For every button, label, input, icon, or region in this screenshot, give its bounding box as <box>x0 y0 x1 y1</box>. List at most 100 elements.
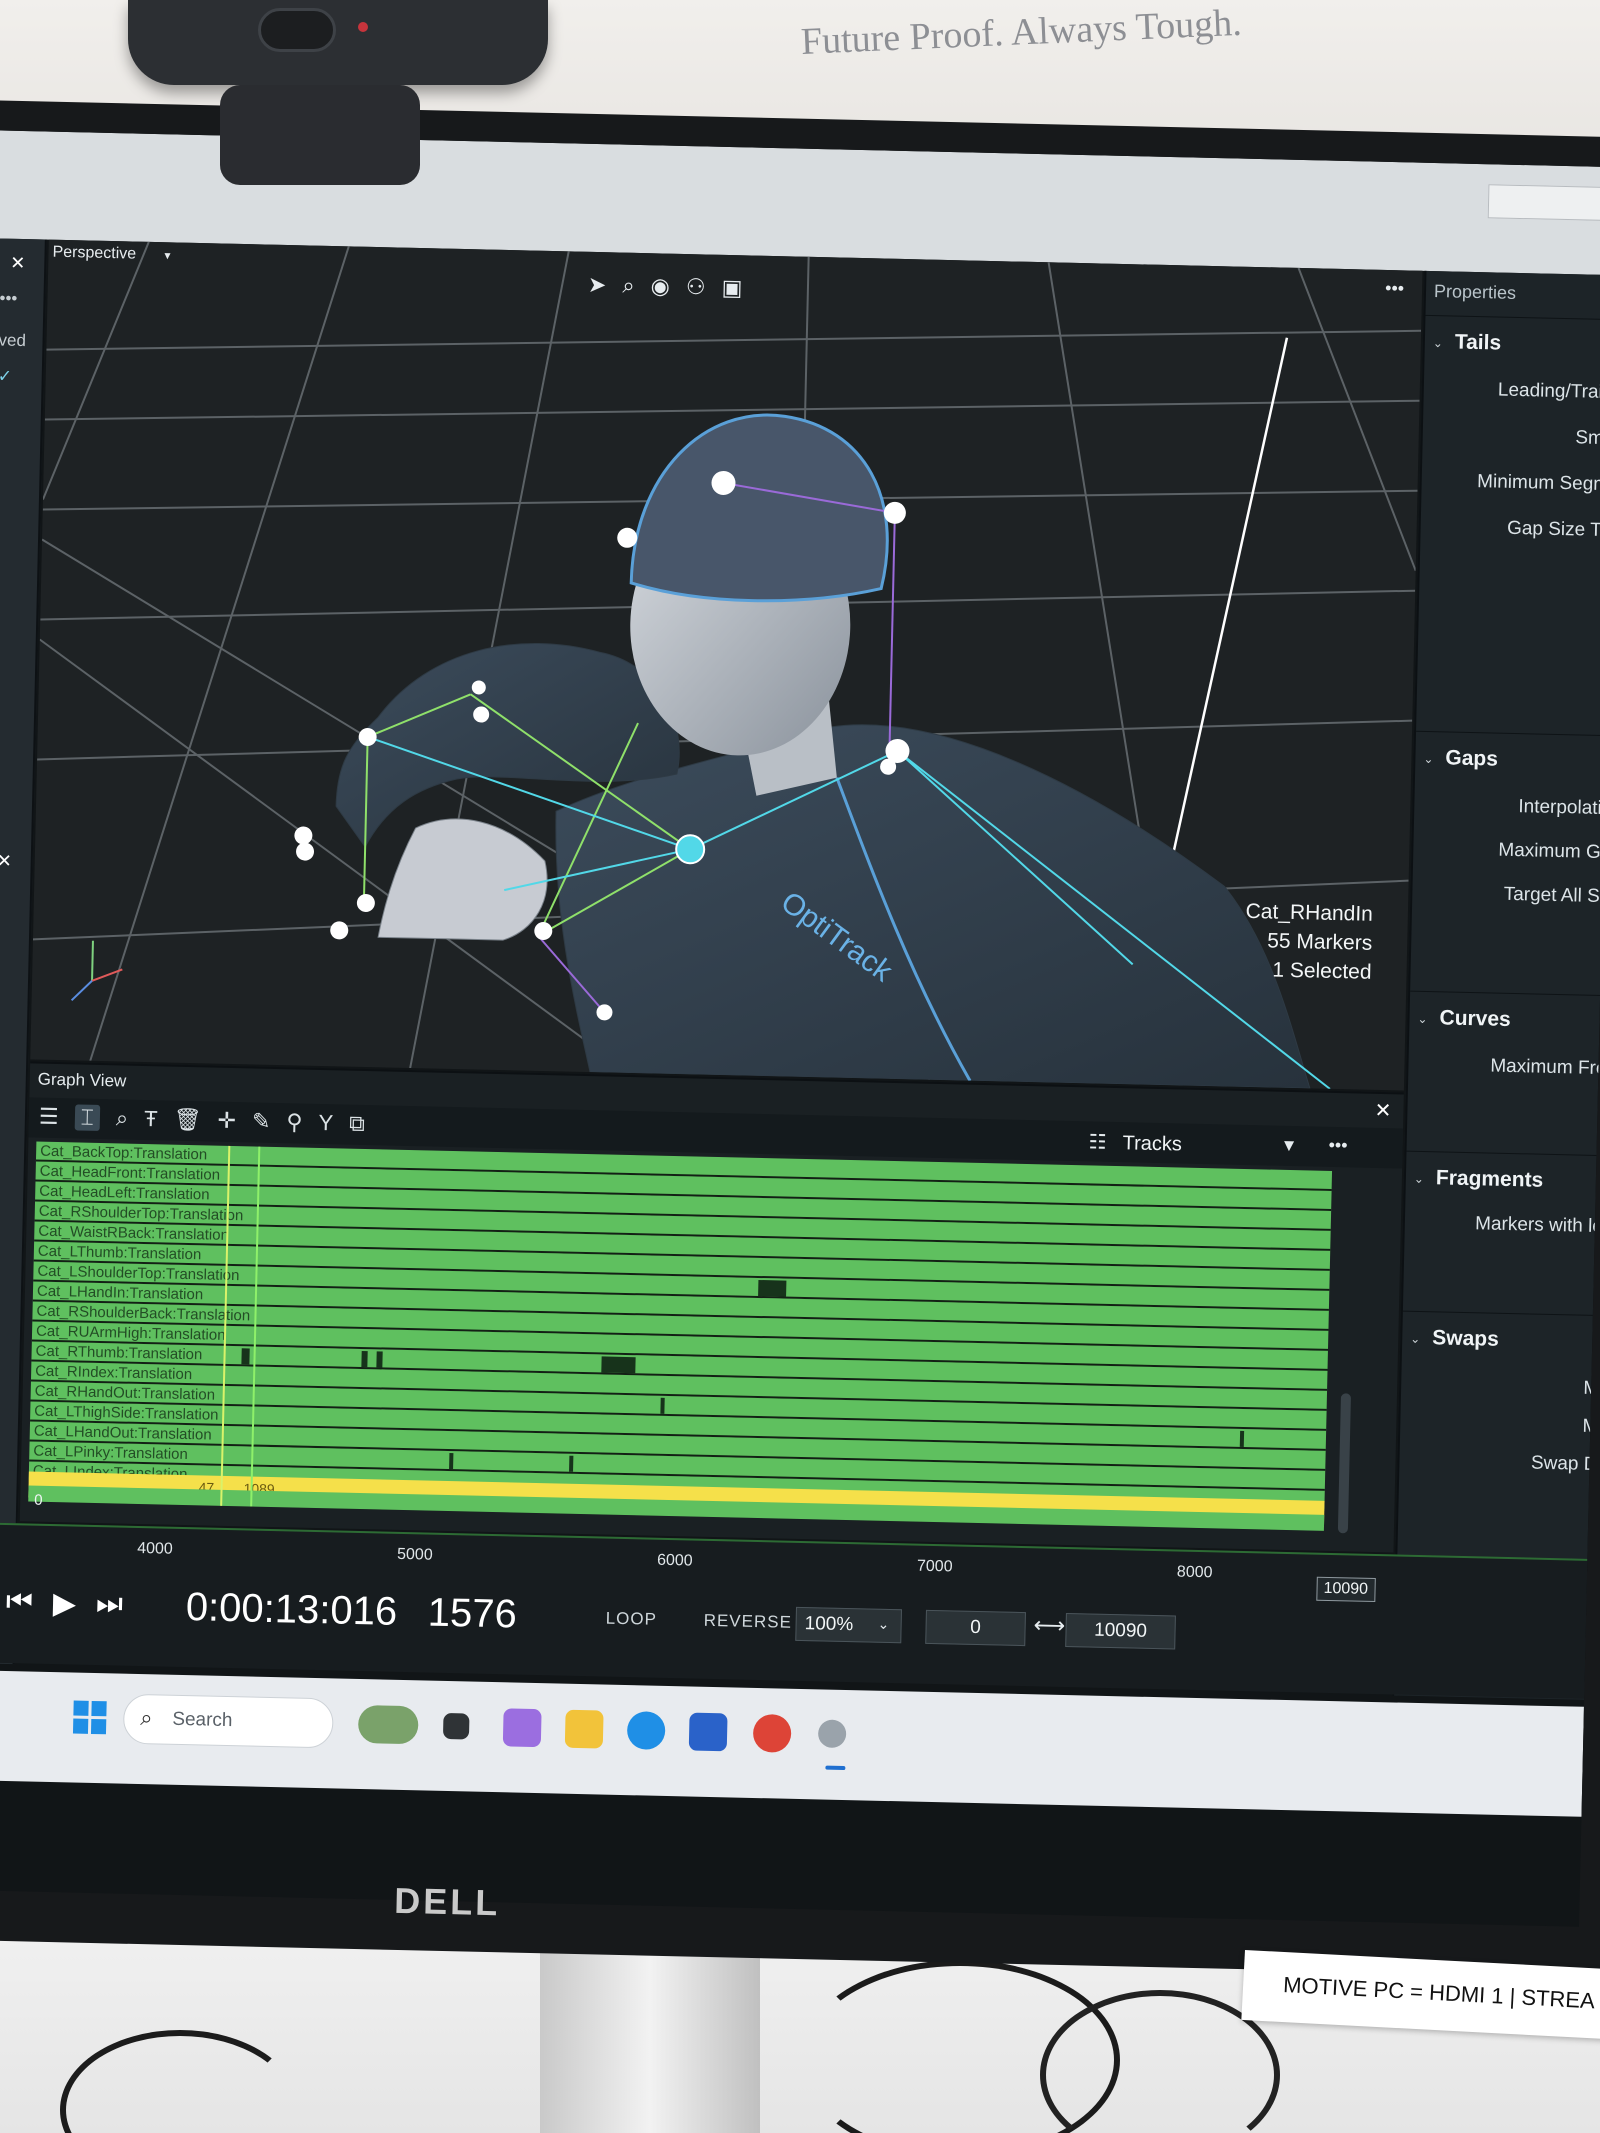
chevron-down-icon[interactable]: ⌄ <box>1433 336 1443 350</box>
track-label: Cat_RIndex:Translation <box>34 1362 193 1384</box>
widgets-icon[interactable] <box>357 1705 419 1745</box>
properties-panel: Properties L ⌄ Tails Leading/Trailin Sma… <box>1392 270 1600 1700</box>
section-title[interactable]: Swaps <box>1432 1326 1499 1352</box>
running-indicator <box>825 1765 846 1771</box>
frame-icon[interactable]: ▣ <box>721 275 742 315</box>
track-gap <box>758 1279 787 1297</box>
more-icon[interactable]: ••• <box>0 288 18 308</box>
tick-label: 5000 <box>396 1545 433 1564</box>
wall-slogan: Future Proof. Always Tough. <box>800 1 1243 63</box>
track-label: Cat_LPinky:Translation <box>33 1442 189 1464</box>
top-bar-field[interactable] <box>1487 184 1600 221</box>
transport-controls: ⏮ ▶ ⏭ <box>6 1585 124 1623</box>
section-title[interactable]: Gaps <box>1445 746 1498 771</box>
prop-label: Target All Se <box>1503 883 1600 908</box>
store-icon[interactable] <box>688 1712 728 1752</box>
track-label: Cat_BackTop:Translation <box>39 1142 208 1164</box>
track-gap <box>449 1452 454 1470</box>
zoom-icon[interactable]: ⌕ <box>622 273 635 313</box>
pointer-icon[interactable]: ➤ <box>587 272 607 312</box>
chrome-icon[interactable] <box>752 1713 792 1753</box>
copilot-icon[interactable] <box>502 1708 542 1748</box>
section-title[interactable]: Fragments <box>1436 1166 1544 1192</box>
motive-app-icon[interactable] <box>817 1719 847 1749</box>
section-title[interactable]: Tails <box>1455 331 1502 356</box>
track-list[interactable]: Cat_BackTop:Translation Cat_HeadFront:Tr… <box>28 1141 1333 1531</box>
file-explorer-icon[interactable] <box>564 1709 604 1749</box>
split-icon[interactable]: Y <box>318 1110 333 1136</box>
zoom-icon[interactable]: ⌕ <box>116 1105 129 1131</box>
close-icon[interactable]: ✕ <box>1374 1098 1391 1123</box>
track-label: Cat_RShoulderTop:Translation <box>38 1202 244 1225</box>
frame-number: 1576 <box>427 1590 518 1637</box>
section-curves: ⌄ Curves Maximum Fre <box>1407 990 1600 1125</box>
track-label: Cat_LThighSide:Translation <box>34 1402 219 1424</box>
delete-icon[interactable]: 🗑 <box>173 1107 201 1134</box>
left-panel-text: ved <box>0 330 27 351</box>
reverse-toggle[interactable]: REVERSE <box>703 1611 792 1633</box>
prop-label: Minimum Segme <box>1476 471 1600 496</box>
3d-viewport[interactable]: OptiTrack Perspective ▾ ••• ➤ ⌕ ◉ ⚇ ▣ Ca… <box>30 239 1423 1091</box>
close-icon[interactable]: ✕ <box>10 253 26 274</box>
section-swaps: ⌄ Swaps M M Swap D <box>1398 1310 1599 1515</box>
skip-forward-icon[interactable]: ⏭ <box>96 1587 124 1623</box>
monitor-brand-logo: DELL <box>393 1879 501 1924</box>
tab-properties[interactable]: Properties <box>1434 281 1516 304</box>
text-tool-icon[interactable]: Ŧ <box>144 1106 158 1132</box>
tracks-dropdown[interactable]: Tracks <box>1122 1132 1182 1156</box>
chevron-down-icon[interactable]: ⌄ <box>877 1616 889 1633</box>
track-gap <box>660 1397 665 1414</box>
prop-label: Maximum Fre <box>1490 1055 1600 1080</box>
graph-view-panel: Graph View ✕ ☰ ⌶ ⌕ Ŧ 🗑 ✛ ✎ ⚲ Y ⧉ ☷ Track… <box>19 1061 1404 1553</box>
move-icon[interactable]: ✛ <box>217 1108 236 1134</box>
pencil-icon[interactable]: ✎ <box>252 1108 271 1134</box>
track-label: Cat_LHandIn:Translation <box>36 1282 204 1304</box>
range-icon: ⟷ <box>1033 1612 1066 1639</box>
range-end-field[interactable]: 10090 <box>1065 1613 1176 1650</box>
window-icon[interactable]: ⧉ <box>349 1111 365 1137</box>
range-start-field[interactable]: 0 <box>925 1609 1026 1647</box>
track-label: Cat_LHandOut:Translation <box>33 1422 212 1444</box>
tracks-icon[interactable]: ☷ <box>1088 1129 1107 1154</box>
chevron-down-icon[interactable]: ⌄ <box>1414 1172 1424 1186</box>
close-icon[interactable]: ✕ <box>0 851 12 872</box>
prop-label: M <box>1583 1377 1600 1400</box>
webcam-lens <box>258 8 336 52</box>
task-view-icon[interactable] <box>442 1712 470 1740</box>
range-select-icon[interactable]: ⌶ <box>74 1104 101 1131</box>
more-icon[interactable]: ••• <box>1328 1135 1347 1156</box>
chevron-down-icon[interactable]: ⌄ <box>1410 1332 1420 1346</box>
camera-icon[interactable]: ⚇ <box>685 274 706 314</box>
section-title[interactable]: Curves <box>1439 1006 1511 1032</box>
settings-sliders-icon[interactable]: ☰ <box>39 1104 59 1130</box>
track-gap <box>1239 1430 1245 1448</box>
eye-icon[interactable]: ◉ <box>650 273 670 313</box>
windows-start-icon[interactable] <box>72 1700 108 1736</box>
section-fragments: ⌄ Fragments Markers with le <box>1403 1150 1600 1285</box>
chevron-down-icon[interactable]: ▾ <box>164 248 170 262</box>
track-label: Cat_RShoulderBack:Translation <box>36 1302 251 1325</box>
vertical-scrollbar[interactable] <box>1337 1393 1352 1534</box>
webcam-clip <box>220 85 420 185</box>
view-mode-dropdown[interactable]: Perspective <box>52 244 163 274</box>
prop-label: Maximum Ga <box>1498 839 1600 864</box>
prop-label: Swap D <box>1530 1452 1598 1476</box>
track-label: Cat_HeadLeft:Translation <box>39 1182 210 1204</box>
chevron-down-icon[interactable]: ⌄ <box>1423 752 1433 766</box>
filter-icon[interactable]: ▼ <box>1280 1136 1297 1156</box>
marker-count: 55 Markers <box>1266 929 1373 955</box>
webcam-led <box>358 22 368 32</box>
skip-back-icon[interactable]: ⏮ <box>6 1585 34 1621</box>
play-icon[interactable]: ▶ <box>53 1586 77 1622</box>
edge-icon[interactable] <box>626 1711 666 1750</box>
more-icon[interactable]: ••• <box>1385 278 1404 299</box>
end-frame-marker[interactable]: 10090 <box>1316 1576 1376 1603</box>
skeleton-icon[interactable]: ⚲ <box>286 1109 303 1135</box>
track-gap <box>361 1350 368 1368</box>
chevron-down-icon[interactable]: ⌄ <box>1417 1012 1427 1026</box>
taskbar-search[interactable]: ⌕ Search <box>122 1693 334 1749</box>
actor-avatar[interactable]: OptiTrack <box>30 240 1422 1091</box>
viewport-toolbar: ➤ ⌕ ◉ ⚇ ▣ <box>587 272 743 315</box>
loop-toggle[interactable]: LOOP <box>605 1609 658 1630</box>
check-icon: ✓ <box>0 366 13 386</box>
